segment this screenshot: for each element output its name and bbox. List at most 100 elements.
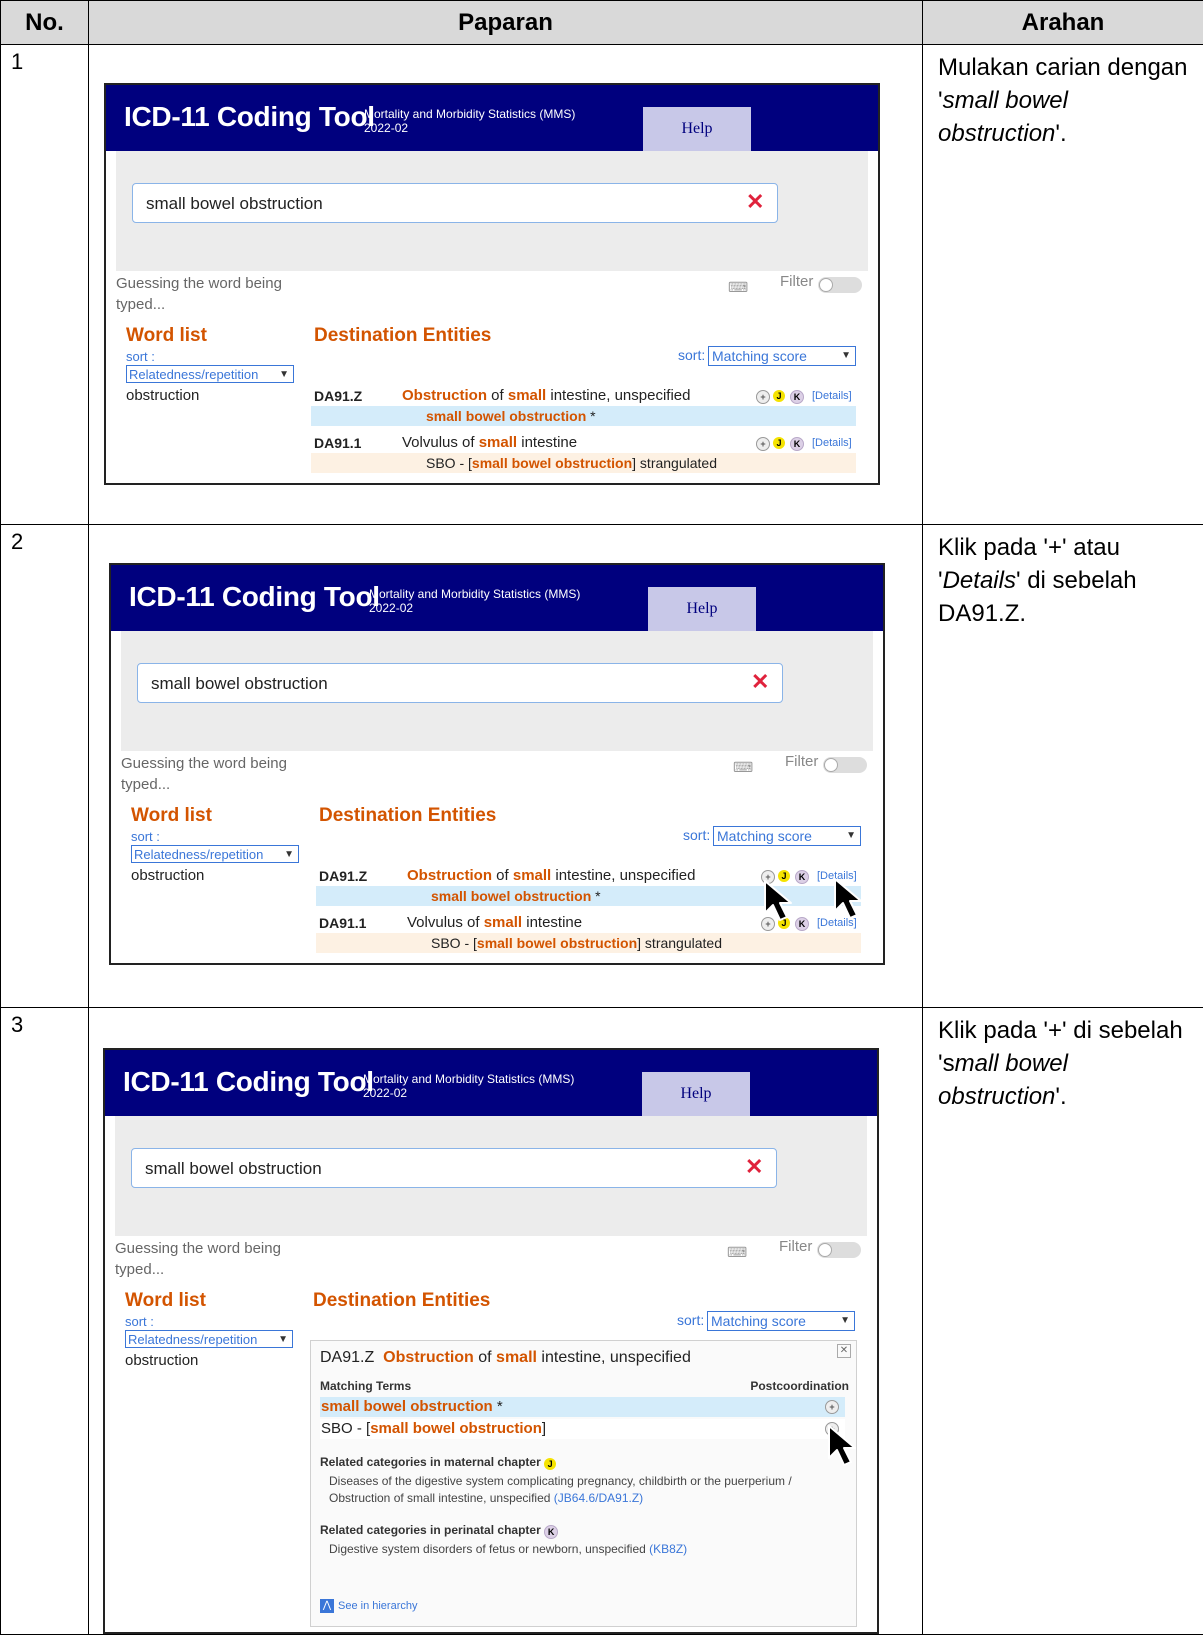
see-hierarchy-link[interactable]: ⋀See in hierarchy <box>320 1599 418 1613</box>
instruction-table: No. Paparan Arahan 1 ICD-11 Coding Tool … <box>0 0 1203 1635</box>
search-input[interactable]: small bowel obstruction <box>131 1148 777 1188</box>
result-code[interactable]: DA91.1 <box>314 435 361 451</box>
instruction-text: Mulakan carian dengan 'small bowel obstr… <box>923 45 1203 525</box>
word-sort-select[interactable]: Relatedness/repetition▼ <box>131 845 299 863</box>
search-area: small bowel obstruction ✕ <box>121 631 873 751</box>
filter-toggle[interactable] <box>817 1242 861 1258</box>
clear-search-icon[interactable]: ✕ <box>751 669 769 695</box>
dest-sort-label: sort: <box>677 1312 704 1328</box>
release-info: Mortality and Morbidity Statistics (MMS)… <box>363 1072 574 1100</box>
word-list-item[interactable]: obstruction <box>126 387 199 404</box>
word-sort-select[interactable]: Relatedness/repetition▼ <box>126 365 294 383</box>
col-header-display: Paparan <box>89 1 923 45</box>
row-number: 1 <box>1 45 89 525</box>
release-info: Mortality and Morbidity Statistics (MMS)… <box>369 587 580 615</box>
help-tab[interactable]: Help <box>648 587 756 631</box>
app-title: ICD-11 Coding Tool <box>124 101 375 133</box>
filter-toggle[interactable] <box>823 757 867 773</box>
search-input[interactable]: small bowel obstruction <box>137 663 783 703</box>
perinatal-heading: Related categories in perinatal chapter … <box>320 1523 558 1538</box>
matching-term[interactable]: SBO - [small bowel obstruction] <box>321 1420 546 1437</box>
screenshot-frame: ICD-11 Coding Tool Mortality and Morbidi… <box>103 1048 879 1634</box>
app-header: ICD-11 Coding Tool Mortality and Morbidi… <box>106 85 878 151</box>
keyboard-icon[interactable]: ⌨ <box>733 759 753 776</box>
result-matching-term[interactable]: SBO - [small bowel obstruction] strangul… <box>426 455 717 471</box>
search-area: small bowel obstruction ✕ <box>115 1116 867 1236</box>
screenshot-cell: ICD-11 Coding Tool Mortality and Morbidi… <box>89 1008 923 1635</box>
mouse-pointer-icon <box>759 877 807 925</box>
maternal-category: Diseases of the digestive system complic… <box>329 1473 792 1507</box>
word-list-item[interactable]: obstruction <box>131 867 204 884</box>
result-code[interactable]: DA91.Z <box>319 868 367 884</box>
result-title[interactable]: Obstruction of small intestine, unspecif… <box>402 387 690 404</box>
result-code[interactable]: DA91.Z <box>314 388 362 404</box>
dest-sort-label: sort: <box>683 827 710 843</box>
word-sort-select[interactable]: Relatedness/repetition▼ <box>125 1330 293 1348</box>
result-code[interactable]: DA91.1 <box>319 915 366 931</box>
col-header-no: No. <box>1 1 89 45</box>
close-icon[interactable]: ✕ <box>837 1344 851 1358</box>
result-title[interactable]: Volvulus of small intestine <box>407 914 582 931</box>
app-header: ICD-11 Coding Tool Mortality and Morbidi… <box>111 565 883 631</box>
details-panel: DA91.Z Obstruction of small intestine, u… <box>310 1340 857 1627</box>
destination-heading: Destination Entities <box>319 805 496 827</box>
mouse-pointer-icon <box>823 1422 871 1470</box>
result-title[interactable]: Obstruction of small intestine, unspecif… <box>407 867 695 884</box>
word-sort-label: sort : <box>126 349 155 364</box>
filter-label: Filter <box>780 273 813 290</box>
plus-icon[interactable]: + <box>825 1400 839 1414</box>
row-number: 3 <box>1 1008 89 1635</box>
perinatal-badge-icon: K <box>790 390 804 404</box>
filter-label: Filter <box>779 1238 812 1255</box>
chevron-down-icon: ▼ <box>840 1312 850 1330</box>
row-number: 2 <box>1 525 89 1008</box>
dest-sort-select[interactable]: Matching score▼ <box>707 1311 855 1331</box>
search-area: small bowel obstruction ✕ <box>116 151 868 271</box>
maternal-heading: Related categories in maternal chapter J <box>320 1455 556 1469</box>
result-matching-term[interactable]: small bowel obstruction * <box>426 408 596 424</box>
details-link[interactable]: [Details] <box>812 437 852 449</box>
details-link[interactable]: [Details] <box>812 390 852 402</box>
filter-toggle[interactable] <box>818 277 862 293</box>
clear-search-icon[interactable]: ✕ <box>746 189 764 215</box>
keyboard-icon[interactable]: ⌨ <box>728 279 748 296</box>
col-header-instruction: Arahan <box>923 1 1203 45</box>
panel-title: DA91.Z Obstruction of small intestine, u… <box>320 1349 691 1367</box>
table-row: 2 ICD-11 Coding Tool Mortality and Morbi… <box>1 525 1203 1008</box>
hierarchy-icon: ⋀ <box>320 1599 334 1613</box>
chevron-down-icon: ▼ <box>279 366 289 383</box>
result-title[interactable]: Volvulus of small intestine <box>402 434 577 451</box>
word-list-heading: Word list <box>125 1290 206 1312</box>
chevron-down-icon: ▼ <box>846 827 856 845</box>
perinatal-category: Digestive system disorders of fetus or n… <box>329 1541 687 1558</box>
plus-icon[interactable]: + <box>756 390 770 404</box>
filter-label: Filter <box>785 753 818 770</box>
word-list-item[interactable]: obstruction <box>125 1352 198 1369</box>
maternal-code-link[interactable]: (JB64.6/DA91.Z) <box>554 1491 643 1505</box>
release-info: Mortality and Morbidity Statistics (MMS)… <box>364 107 575 135</box>
word-sort-label: sort : <box>125 1314 154 1329</box>
maternal-badge-icon: J <box>773 437 785 449</box>
plus-icon[interactable]: + <box>756 437 770 451</box>
instruction-text: Klik pada '+' di sebelah 'small bowel ob… <box>923 1008 1203 1635</box>
chevron-down-icon: ▼ <box>278 1331 288 1348</box>
perinatal-code-link[interactable]: (KB8Z) <box>649 1542 687 1556</box>
help-tab[interactable]: Help <box>642 1072 750 1116</box>
clear-search-icon[interactable]: ✕ <box>745 1154 763 1180</box>
guess-status: Guessing the word being typed... <box>116 273 306 315</box>
app-title: ICD-11 Coding Tool <box>123 1066 374 1098</box>
dest-sort-select[interactable]: Matching score▼ <box>713 826 861 846</box>
keyboard-icon[interactable]: ⌨ <box>727 1244 747 1261</box>
screenshot-cell: ICD-11 Coding Tool Mortality and Morbidi… <box>89 525 923 1008</box>
matching-term[interactable]: small bowel obstruction * <box>321 1398 503 1415</box>
instruction-text: Klik pada '+' atau 'Details' di sebelah … <box>923 525 1203 1008</box>
search-input[interactable]: small bowel obstruction <box>132 183 778 223</box>
result-matching-term[interactable]: SBO - [small bowel obstruction] strangul… <box>431 935 722 951</box>
word-list-heading: Word list <box>131 805 212 827</box>
help-tab[interactable]: Help <box>643 107 751 151</box>
table-row: 1 ICD-11 Coding Tool Mortality and Morbi… <box>1 45 1203 525</box>
result-matching-term[interactable]: small bowel obstruction * <box>431 888 601 904</box>
chevron-down-icon: ▼ <box>841 347 851 365</box>
dest-sort-select[interactable]: Matching score▼ <box>708 346 856 366</box>
dest-sort-label: sort: <box>678 347 705 363</box>
